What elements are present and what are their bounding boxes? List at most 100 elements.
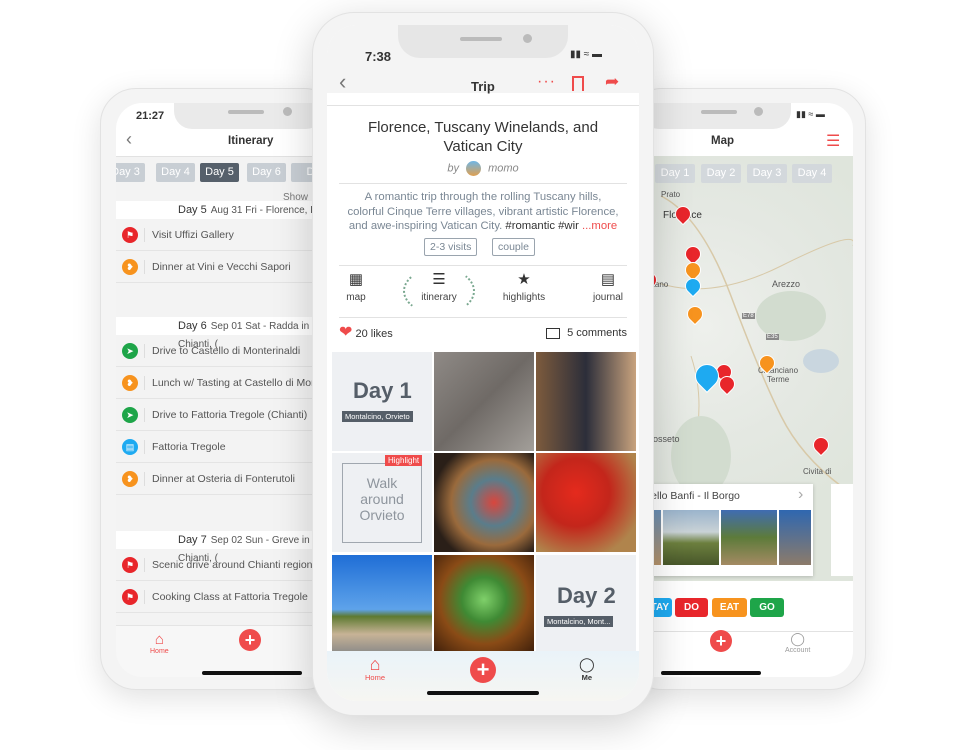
center-phone: 7:38 ▮▮ ≈ ▬ ‹ Trip ··· ➦ Florence, Tusca… bbox=[312, 12, 654, 716]
bookmark-icon[interactable] bbox=[572, 76, 584, 91]
filter-do[interactable]: DO bbox=[675, 598, 708, 617]
account-icon: ◯ bbox=[790, 631, 805, 646]
itinerary-item[interactable]: ⚑ Visit Uffizi Gallery bbox=[116, 219, 341, 251]
journal-icon: ▤ bbox=[600, 271, 616, 288]
add-button[interactable]: + bbox=[470, 657, 496, 683]
star-icon: ★ bbox=[517, 271, 531, 288]
drive-icon: ➤ bbox=[122, 407, 138, 423]
day-label: Day 5 bbox=[178, 204, 207, 216]
place-photo bbox=[721, 510, 777, 565]
section-map[interactable]: ▦ map bbox=[327, 271, 391, 303]
photo-tile[interactable] bbox=[332, 555, 432, 654]
place-card-next[interactable] bbox=[831, 484, 853, 576]
separator bbox=[144, 590, 145, 604]
map-screen: ▮▮ ≈ ▬ Map ☰ Day 1 Day 2 Day 3 Day 4 Prato … bbox=[641, 103, 853, 677]
itinerary-item[interactable]: ⚑ Cooking Class at Fattoria Tregole bbox=[116, 581, 341, 613]
fork-knife-icon: ❥ bbox=[122, 471, 138, 487]
item-label: Visit Uffizi Gallery bbox=[152, 229, 234, 241]
person-icon: ◯ bbox=[579, 656, 595, 672]
itinerary-item[interactable]: ▤ Fattoria Tregole bbox=[116, 431, 341, 463]
fork-knife-icon: ❥ bbox=[122, 375, 138, 391]
photo-tile[interactable] bbox=[536, 352, 636, 451]
itinerary-item[interactable]: ❥ Lunch w/ Tasting at Castello di Monte bbox=[116, 367, 341, 399]
highlight-badge: Highlight bbox=[385, 455, 423, 466]
day-1-tile[interactable]: Day 1 Montalcino, Orvieto bbox=[332, 352, 432, 451]
map-icon: ▦ bbox=[348, 271, 364, 288]
day-tab[interactable]: Day 5 bbox=[200, 163, 239, 182]
home-icon: ⌂ bbox=[154, 631, 164, 648]
place-photo bbox=[663, 510, 719, 565]
screen-title: Trip bbox=[471, 79, 495, 94]
home-icon: ⌂ bbox=[369, 654, 381, 674]
like-button[interactable]: ❤ 20 likes bbox=[339, 325, 393, 342]
day-tab[interactable]: Day 1 bbox=[655, 164, 695, 183]
list-view-icon[interactable]: ☰ bbox=[826, 131, 840, 151]
share-icon[interactable]: ➦ bbox=[605, 72, 619, 92]
itinerary-item[interactable]: ➤ Drive to Fattoria Tregole (Chianti) bbox=[116, 399, 341, 431]
day-2-tile[interactable]: Day 2 Montalcino, Mont... bbox=[536, 555, 636, 654]
highlight-tile[interactable]: Highlight Walk around Orvieto bbox=[332, 453, 432, 552]
item-label: Cooking Class at Fattoria Tregole bbox=[152, 591, 308, 603]
add-button[interactable]: + bbox=[239, 629, 261, 651]
tag-chip[interactable]: 2-3 visits bbox=[424, 238, 478, 256]
separator bbox=[144, 408, 145, 422]
day-tab[interactable]: Day 6 bbox=[247, 163, 286, 182]
itinerary-item[interactable]: ❥ Dinner at Vini e Vecchi Sapori bbox=[116, 251, 341, 283]
item-label: Fattoria Tregole bbox=[152, 441, 226, 453]
status-icons: ▮▮ ≈ ▬ bbox=[570, 49, 603, 60]
photo-tile[interactable] bbox=[434, 555, 534, 654]
item-label: Dinner at Osteria di Fonterutoli bbox=[152, 473, 295, 485]
filter-go[interactable]: GO bbox=[750, 598, 784, 617]
back-button[interactable]: ‹ bbox=[339, 71, 346, 93]
tag-chip[interactable]: couple bbox=[492, 238, 535, 256]
itinerary-item[interactable]: ➤ Drive to Castello di Monterinaldi bbox=[116, 335, 341, 367]
trip-screen: 7:38 ▮▮ ≈ ▬ ‹ Trip ··· ➦ Florence, Tusca… bbox=[327, 25, 639, 701]
status-time: 21:27 bbox=[136, 110, 165, 122]
itinerary-screen: 21:27 ‹ Itinerary Day 3Day 4Day 5Day 6D … bbox=[116, 103, 341, 677]
back-button[interactable]: ‹ bbox=[126, 129, 132, 150]
separator bbox=[144, 440, 145, 454]
nav-home[interactable]: ⌂ Home bbox=[365, 655, 385, 682]
item-label: Drive to Fattoria Tregole (Chianti) bbox=[152, 409, 308, 421]
screen-title: Map bbox=[711, 135, 734, 147]
more-options-button[interactable]: ··· bbox=[537, 73, 556, 91]
itinerary-item[interactable]: ❥ Dinner at Osteria di Fonterutoli bbox=[116, 463, 341, 495]
author-line[interactable]: by momo bbox=[327, 161, 639, 176]
separator bbox=[144, 260, 145, 274]
fork-knife-icon: ❥ bbox=[122, 259, 138, 275]
item-label: Lunch w/ Tasting at Castello di Monte bbox=[152, 377, 326, 389]
day-tab[interactable]: Day 3 bbox=[116, 163, 145, 182]
section-highlights[interactable]: ★ highlights bbox=[489, 271, 559, 303]
add-button[interactable]: + bbox=[710, 630, 732, 652]
nav-home[interactable]: ⌂ Home bbox=[150, 631, 169, 655]
itinerary-item[interactable]: ⚑ Scenic drive around Chianti region bbox=[116, 549, 341, 581]
photo-tile[interactable] bbox=[434, 453, 534, 552]
place-card-title: stello Banfi - Il Borgo bbox=[643, 490, 740, 502]
item-label: Dinner at Vini e Vecchi Sapori bbox=[152, 261, 291, 273]
day-tab[interactable]: Day 3 bbox=[747, 164, 787, 183]
day-tab[interactable]: Day 4 bbox=[156, 163, 195, 182]
flag-icon: ⚑ bbox=[122, 589, 138, 605]
place-card[interactable]: stello Banfi - Il Borgo › bbox=[641, 484, 813, 576]
photo-tile[interactable] bbox=[434, 352, 534, 451]
day-tab[interactable]: Day 2 bbox=[701, 164, 741, 183]
heart-icon: ❤ bbox=[339, 324, 353, 341]
photo-tile[interactable] bbox=[536, 453, 636, 552]
section-journal[interactable]: ▤ journal bbox=[573, 271, 639, 303]
section-label: journal bbox=[592, 292, 624, 303]
more-link[interactable]: ...more bbox=[582, 220, 617, 232]
day-tab[interactable]: Day 4 bbox=[792, 164, 832, 183]
nav-me[interactable]: ◯ Me bbox=[579, 655, 595, 682]
map-view[interactable]: Day 1Day 2Day 3Day 4 Prato Florence gnan… bbox=[641, 156, 853, 581]
trip-title: Florence, Tuscany Winelands, and Vatican… bbox=[367, 119, 599, 155]
nav-account[interactable]: ◯ Account bbox=[785, 631, 810, 654]
item-label: Drive to Castello di Monterinaldi bbox=[152, 345, 301, 357]
section-label: highlights bbox=[502, 292, 546, 303]
avatar bbox=[466, 161, 482, 176]
active-section-ring bbox=[403, 267, 475, 315]
comments-button[interactable]: 5 comments bbox=[546, 325, 627, 341]
chevron-right-icon[interactable]: › bbox=[798, 486, 803, 504]
section-label: map bbox=[346, 292, 366, 303]
filter-eat[interactable]: EAT bbox=[712, 598, 747, 617]
day-header: Day 7 Sep 02 Sun - Greve in Chianti, ( bbox=[116, 531, 341, 564]
